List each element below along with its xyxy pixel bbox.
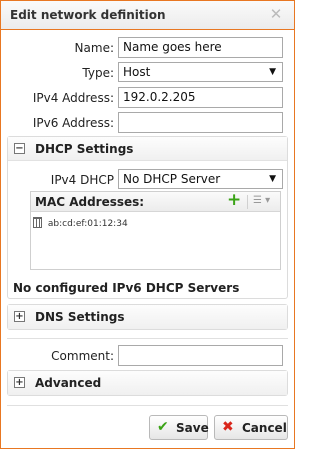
dialog-title: Edit network definition <box>10 8 166 22</box>
close-icon[interactable]: ✕ <box>267 5 285 23</box>
divider <box>7 405 288 406</box>
ipv6-dhcp-notice: No configured IPv6 DHCP Servers <box>13 281 240 295</box>
x-icon: ✖ <box>222 419 234 435</box>
ipv6-input[interactable] <box>118 112 283 133</box>
mac-addresses-panel: MAC Addresses: + ☰ ▾ ab:cd:ef:01:12:34 <box>30 190 281 270</box>
dns-settings-section: + DNS Settings <box>7 304 288 330</box>
collapse-icon[interactable]: − <box>14 143 25 154</box>
name-label: Name: <box>74 41 114 55</box>
type-label: Type: <box>82 66 114 80</box>
type-select[interactable]: Host ▼ <box>118 62 283 82</box>
divider <box>7 338 288 339</box>
ipv4-input[interactable]: 192.0.2.205 <box>118 87 283 108</box>
list-menu-icon[interactable]: ☰ ▾ <box>247 195 277 209</box>
ipv4-row: IPv4 Address: 192.0.2.205 <box>1 87 294 109</box>
dropdown-arrow-icon: ▼ <box>269 67 276 77</box>
ipv6-label: IPv6 Address: <box>32 116 114 130</box>
ipv4-label: IPv4 Address: <box>32 91 114 105</box>
add-icon[interactable]: + <box>227 190 241 210</box>
advanced-section: + Advanced <box>7 370 288 396</box>
cancel-button[interactable]: ✖ Cancel <box>214 415 288 440</box>
check-icon: ✔ <box>157 419 169 435</box>
mac-address-value: ab:cd:ef:01:12:34 <box>47 219 128 229</box>
advanced-title: Advanced <box>35 376 102 390</box>
type-select-value: Host <box>123 65 151 79</box>
save-button[interactable]: ✔ Save <box>149 415 209 440</box>
ipv4-dhcp-select[interactable]: No DHCP Server ▼ <box>118 169 283 189</box>
edit-network-dialog: Edit network definition ✕ Name: Name goe… <box>0 0 295 449</box>
ipv4-dhcp-select-value: No DHCP Server <box>123 172 221 186</box>
mac-addresses-header: MAC Addresses: + ☰ ▾ <box>31 190 280 212</box>
advanced-header[interactable]: + Advanced <box>8 371 287 395</box>
mac-addresses-title: MAC Addresses: <box>35 195 145 209</box>
comment-input[interactable] <box>118 345 283 366</box>
dns-settings-header[interactable]: + DNS Settings <box>8 305 287 329</box>
dropdown-arrow-icon: ▼ <box>269 174 276 184</box>
name-input[interactable]: Name goes here <box>118 37 283 58</box>
dhcp-settings-header[interactable]: − DHCP Settings <box>8 137 287 161</box>
expand-icon[interactable]: + <box>14 311 25 322</box>
mac-address-item[interactable]: ab:cd:ef:01:12:34 <box>33 217 128 233</box>
dialog-titlebar: Edit network definition ✕ <box>1 1 294 30</box>
ipv4-dhcp-label: IPv4 DHCP <box>50 173 114 187</box>
comment-label: Comment: <box>51 349 114 363</box>
dns-settings-title: DNS Settings <box>35 310 125 324</box>
ipv6-row: IPv6 Address: <box>1 112 294 134</box>
trash-icon[interactable] <box>33 217 42 228</box>
ipv4-dhcp-row: IPv4 DHCP No DHCP Server ▼ <box>1 169 294 191</box>
dhcp-settings-title: DHCP Settings <box>35 142 134 156</box>
expand-icon[interactable]: + <box>14 377 25 388</box>
comment-row: Comment: <box>1 345 294 367</box>
name-row: Name: Name goes here <box>1 37 294 59</box>
save-button-label: Save <box>176 421 209 435</box>
type-row: Type: Host ▼ <box>1 62 294 84</box>
cancel-button-label: Cancel <box>242 421 287 435</box>
